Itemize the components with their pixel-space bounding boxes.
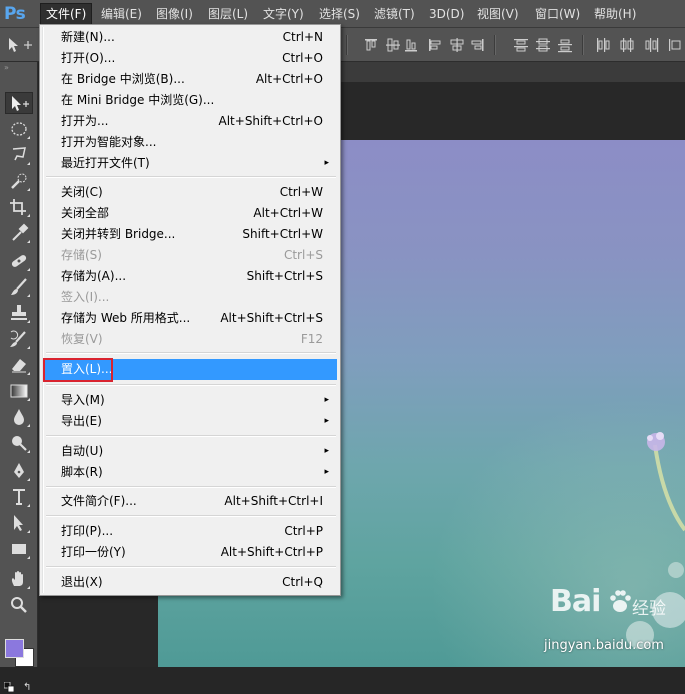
menu-item-check-in: 签入(I)... [61,290,110,304]
align-bottom-edges-icon[interactable] [402,36,420,54]
submenu-arrow-icon: ▸ [324,467,329,477]
gradient-tool[interactable] [7,380,31,402]
crop-tool[interactable] [7,196,31,218]
menu-item-print-one-copy[interactable]: 打印一份(Y) Alt+Shift+Ctrl+P [43,542,337,563]
distribute-right-edges-icon[interactable] [642,36,660,54]
menu-item-open-as[interactable]: 打开为... Alt+Shift+Ctrl+O [43,111,337,132]
lasso-tool[interactable] [7,144,31,166]
menu-item-export[interactable]: 导出(E) ▸ [43,411,337,432]
menu-item-close-all[interactable]: 关闭全部 Alt+Ctrl+W [43,203,337,224]
swap-colors-icon[interactable]: ↰ [23,682,35,694]
menu-layer[interactable]: 图层(L) [203,4,253,24]
align-top-edges-icon[interactable] [362,36,380,54]
menu-item-save-as[interactable]: 存储为(A)... Shift+Ctrl+S [43,266,337,287]
menu-item-open-smart-object[interactable]: 打开为智能对象... [43,132,337,153]
menu-image[interactable]: 图像(I) [151,4,198,24]
options-separator [582,35,584,55]
submenu-arrow-icon: ▸ [324,158,329,168]
tools-panel: » ↰ [0,62,38,693]
menu-separator [46,486,336,488]
menu-view[interactable]: 视图(V) [472,4,524,24]
menu-separator [46,566,336,568]
menu-edit[interactable]: 编辑(E) [96,4,147,24]
watermark-url: jingyan.baidu.com [544,638,664,653]
foreground-color-swatch[interactable] [5,639,24,658]
menu-item-automate[interactable]: 自动(U) ▸ [43,441,337,462]
distribute-top-edges-icon[interactable] [512,36,530,54]
menu-window[interactable]: 窗口(W) [530,4,585,24]
menu-item-recent-files[interactable]: 最近打开文件(T) ▸ [43,153,337,174]
move-tool-preset-icon[interactable] [6,36,36,54]
rectangle-tool[interactable] [7,538,31,560]
menu-item-exit[interactable]: 退出(X) Ctrl+Q [43,572,337,593]
baidu-watermark: Bai 经验 jingyan.baidu.com [520,582,680,662]
pen-tool[interactable] [7,460,31,482]
menu-item-import[interactable]: 导入(M) ▸ [43,390,337,411]
distribute-vertical-centers-icon[interactable] [534,36,552,54]
menu-help[interactable]: 帮助(H) [589,4,641,24]
toolbar-collapse-grip[interactable]: » [4,64,34,72]
menu-item-revert: 恢复(V) F12 [61,332,323,346]
align-vertical-centers-icon[interactable] [384,36,402,54]
submenu-arrow-icon: ▸ [324,395,329,405]
menu-item-browse-mini-bridge[interactable]: 在 Mini Bridge 中浏览(G)... [43,90,337,111]
zoom-icon [11,597,27,613]
paw-print-icon [610,590,631,612]
highlight-annotation-box [43,358,113,382]
menu-type[interactable]: 文字(Y) [258,4,309,24]
menu-separator [46,515,336,517]
menu-item-new[interactable]: 新建(N)... Ctrl+N [43,27,337,48]
baidu-logo: Bai [550,584,601,619]
auto-align-layers-icon[interactable] [666,36,684,54]
menu-file[interactable]: 文件(F) [40,3,93,25]
menu-item-open[interactable]: 打开(O)... Ctrl+O [43,48,337,69]
menu-item-close[interactable]: 关闭(C) Ctrl+W [43,182,337,203]
eraser-tool[interactable] [7,354,31,376]
menu-item-close-to-bridge[interactable]: 关闭并转到 Bridge... Shift+Ctrl+W [43,224,337,245]
menu-select[interactable]: 选择(S) [314,4,365,24]
options-separator [494,35,496,55]
zoom-tool[interactable] [7,594,31,616]
menu-item-file-info[interactable]: 文件简介(F)... Alt+Shift+Ctrl+I [43,491,337,512]
file-menu-dropdown: 新建(N)... Ctrl+N 打开(O)... Ctrl+O 在 Bridge 中… [39,24,341,596]
align-right-edges-icon[interactable] [468,36,486,54]
dodge-tool[interactable] [7,432,31,454]
distribute-left-edges-icon[interactable] [594,36,612,54]
quick-selection-tool[interactable] [7,170,31,192]
menu-item-save: 存储(S) Ctrl+S [61,248,323,262]
align-left-edges-icon[interactable] [426,36,444,54]
menu-separator [46,435,336,437]
eyedropper-tool[interactable] [7,222,31,244]
menu-separator [46,352,336,354]
marquee-tool[interactable] [7,118,31,140]
hand-tool[interactable] [7,568,31,590]
move-tool-icon [12,96,29,111]
distribute-horizontal-centers-icon[interactable] [618,36,636,54]
brush-tool[interactable] [7,276,31,298]
clone-stamp-tool[interactable] [7,302,31,324]
menu-filter[interactable]: 滤镜(T) [369,4,420,24]
path-selection-tool[interactable] [7,512,31,534]
submenu-arrow-icon: ▸ [324,416,329,426]
type-tool[interactable] [7,486,31,508]
menu-item-save-for-web[interactable]: 存储为 Web 所用格式... Alt+Shift+Ctrl+S [43,308,337,329]
align-horizontal-centers-icon[interactable] [448,36,466,54]
healing-brush-tool[interactable] [7,250,31,272]
menu-item-scripts[interactable]: 脚本(R) ▸ [43,462,337,483]
default-colors-icon[interactable] [4,682,14,692]
menu-item-print[interactable]: 打印(P)... Ctrl+P [43,521,337,542]
photoshop-logo-icon: Ps [4,4,26,24]
baidu-brand-text: 经验 [632,599,666,619]
menu-3d[interactable]: 3D(D) [424,4,469,24]
move-tool[interactable] [5,92,33,114]
blur-tool[interactable] [7,406,31,428]
submenu-arrow-icon: ▸ [324,446,329,456]
options-separator [346,35,348,55]
menu-separator [46,384,336,386]
distribute-bottom-edges-icon[interactable] [556,36,574,54]
menu-separator [46,176,336,178]
menu-item-browse-bridge[interactable]: 在 Bridge 中浏览(B)... Alt+Ctrl+O [43,69,337,90]
history-brush-tool[interactable] [7,328,31,350]
